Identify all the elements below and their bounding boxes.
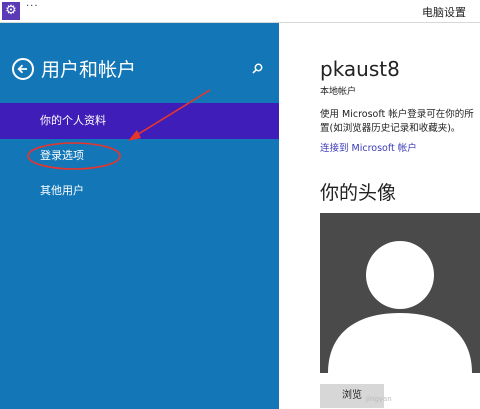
avatar-heading: 你的头像	[320, 182, 397, 204]
sidebar-item-other-users[interactable]: 其他用户	[0, 173, 279, 209]
sidebar-item-label: 其他用户	[40, 184, 84, 197]
user-silhouette-icon	[328, 241, 472, 373]
avatar	[320, 213, 480, 373]
back-arrow-icon	[17, 64, 27, 74]
account-type: 本地帐户	[320, 87, 357, 97]
sidebar-item-profile[interactable]: 你的个人资料	[0, 103, 279, 139]
connect-microsoft-account-link[interactable]: 连接到 Microsoft 帐户	[320, 140, 417, 154]
left-pane: 用户和帐户 你的个人资料 登录选项 其他用户	[0, 23, 279, 409]
pane-title: 用户和帐户	[41, 59, 137, 81]
account-description: 使用 Microsoft 帐户登录可在你的所 置(如浏览器历史记录和收藏夹)。	[320, 108, 480, 136]
description-line: 使用 Microsoft 帐户登录可在你的所	[320, 109, 474, 120]
window-title: 电脑设置	[422, 6, 466, 19]
user-name: pkaust8	[320, 57, 400, 81]
sidebar-item-label: 登录选项	[40, 149, 84, 162]
title-bar: ⚙ ··· 电脑设置	[0, 0, 480, 23]
description-line: 置(如浏览器历史记录和收藏夹)。	[320, 123, 461, 134]
main-content: pkaust8 本地帐户 使用 Microsoft 帐户登录可在你的所 置(如浏…	[279, 23, 480, 409]
search-icon[interactable]	[252, 63, 263, 74]
title-bar-dots: ···	[26, 1, 39, 12]
watermark: jingyan	[366, 395, 392, 403]
back-button[interactable]	[12, 58, 34, 80]
sidebar-item-sign-in-options[interactable]: 登录选项	[0, 138, 279, 174]
sidebar-item-label: 你的个人资料	[40, 114, 106, 127]
settings-gear-icon[interactable]: ⚙	[2, 2, 20, 20]
